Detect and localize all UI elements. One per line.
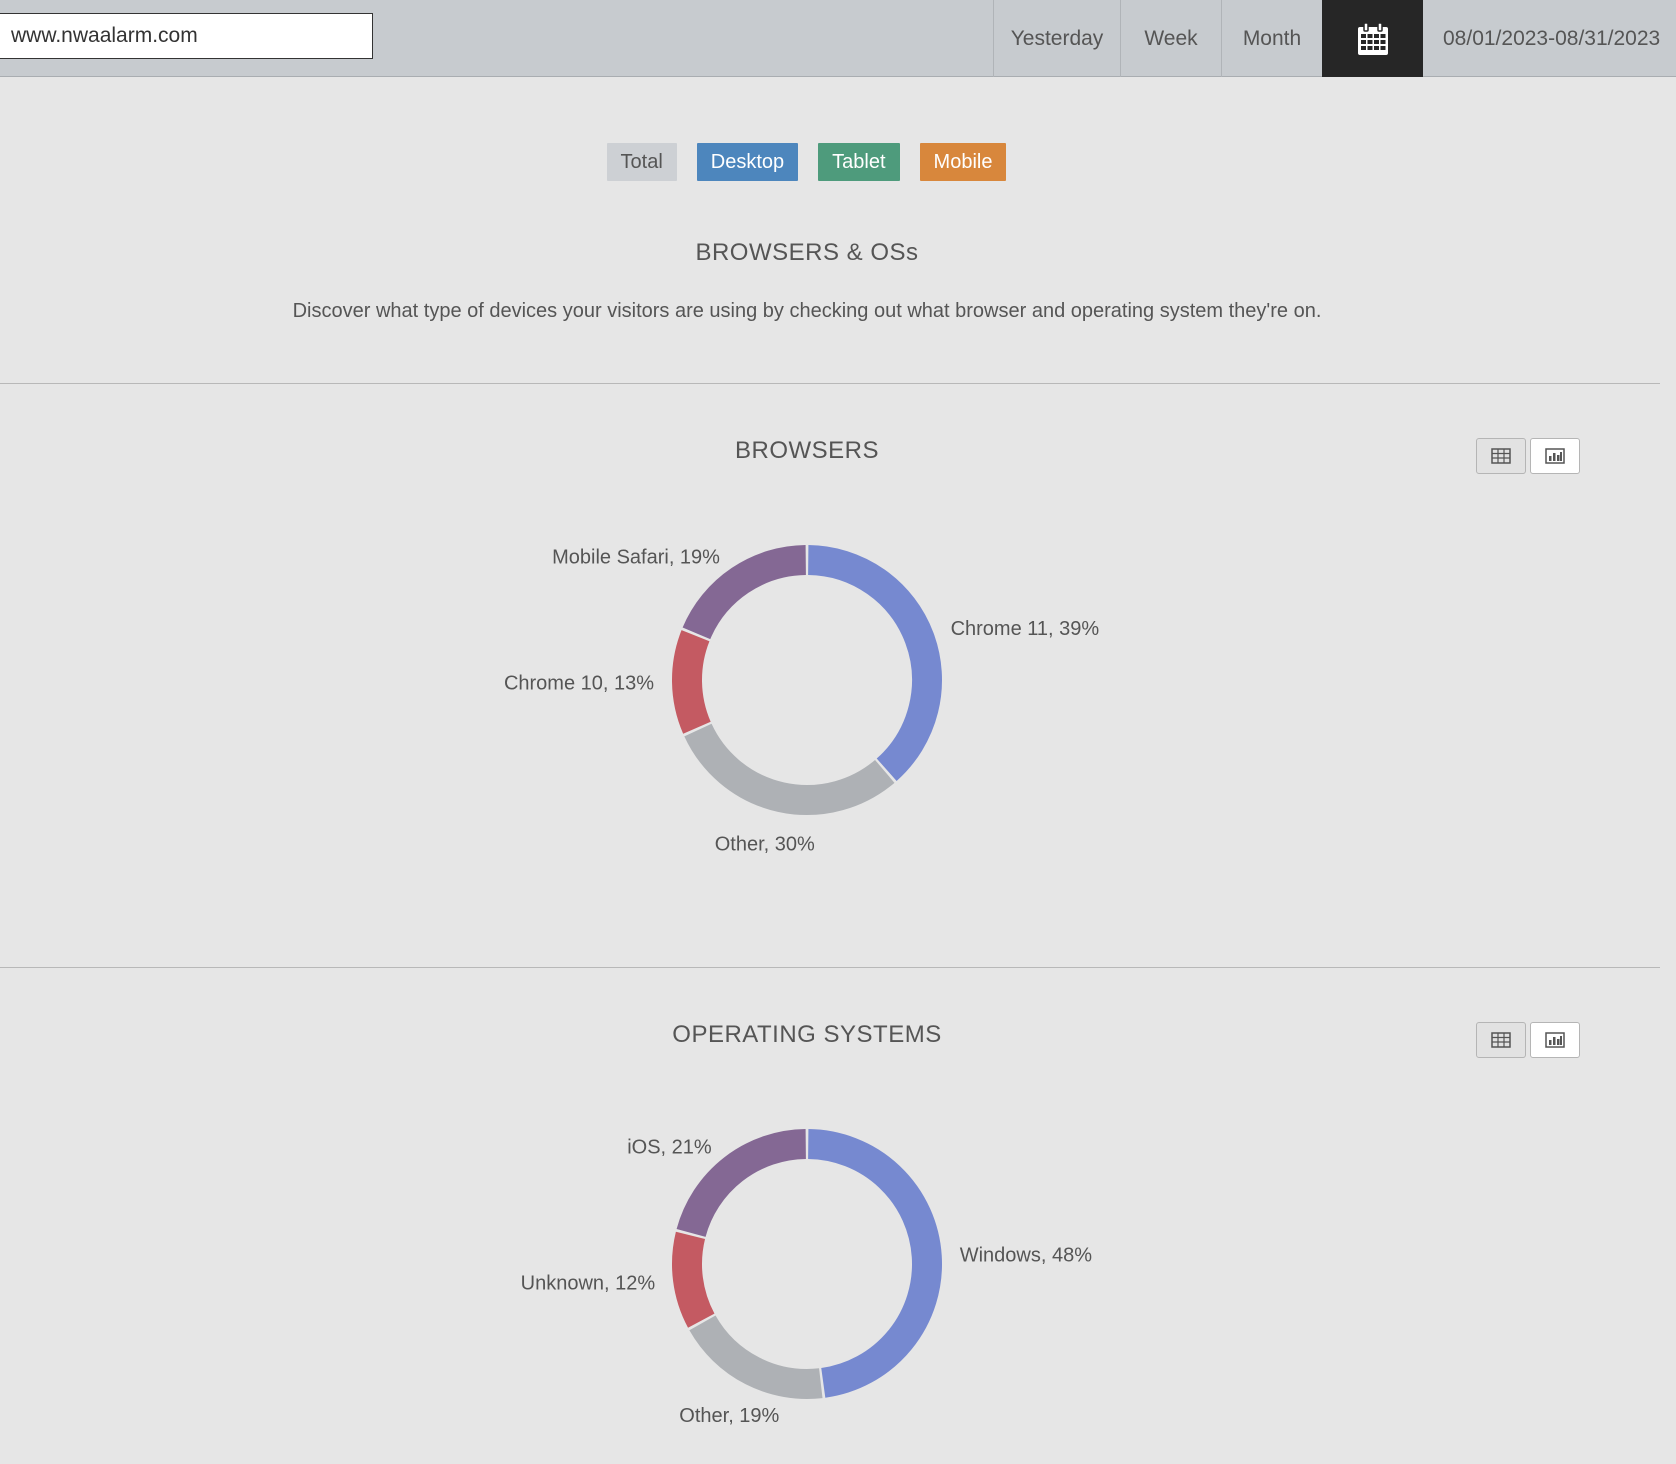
os-slice-windows[interactable]: [807, 1129, 942, 1398]
table-icon: [1491, 1032, 1511, 1048]
device-filters: Total Desktop Tablet Mobile: [0, 143, 1676, 181]
filter-total-button[interactable]: Total: [606, 143, 677, 181]
os-slice-label: Other, 19%: [679, 1405, 779, 1427]
page-title: BROWSERS & OSs: [695, 239, 919, 266]
browsers-slice-chrome-11[interactable]: [807, 545, 942, 781]
os-view-toggle: [1476, 1022, 1580, 1058]
browsers-title: BROWSERS: [734, 437, 879, 464]
top-bar: Yesterday Week Month 08/01/2023-08/31/20…: [0, 0, 1676, 77]
browsers-slice-label: Chrome 11, 39%: [951, 618, 1100, 640]
bar-chart-icon: [1545, 448, 1565, 464]
browsers-chart-view-button[interactable]: [1530, 438, 1580, 474]
browsers-table-view-button[interactable]: [1476, 438, 1526, 474]
browsers-slice-label: Mobile Safari, 19%: [552, 546, 720, 568]
os-title: OPERATING SYSTEMS: [672, 1021, 942, 1048]
os-slice-unknown[interactable]: [672, 1231, 715, 1328]
os-donut-chart: Windows, 48% Other, 19% Unknown, 12% iOS, 2…: [521, 1129, 1092, 1427]
month-button[interactable]: Month: [1221, 0, 1322, 77]
bar-chart-icon: [1545, 1032, 1565, 1048]
week-button[interactable]: Week: [1120, 0, 1221, 77]
os-chart-view-button[interactable]: [1530, 1022, 1580, 1058]
browsers-slice-other[interactable]: [684, 723, 895, 815]
divider: [0, 383, 1660, 384]
os-slice-label: iOS, 21%: [627, 1136, 712, 1158]
filter-tablet-button[interactable]: Tablet: [818, 143, 900, 181]
os-table-view-button[interactable]: [1476, 1022, 1526, 1058]
browsers-view-toggle: [1476, 438, 1580, 474]
calendar-button[interactable]: [1322, 0, 1423, 77]
filter-mobile-button[interactable]: Mobile: [919, 143, 1007, 181]
browsers-slice-label: Chrome 10, 13%: [504, 672, 654, 694]
table-icon: [1491, 448, 1511, 464]
browsers-slice-label: Other, 30%: [715, 833, 815, 855]
browsers-slice-chrome-10[interactable]: [672, 630, 711, 734]
browsers-donut-chart: Chrome 11, 39% Other, 30% Chrome 10, 13% Mo…: [504, 545, 1100, 855]
divider: [0, 967, 1660, 968]
os-slice-label: Unknown, 12%: [521, 1273, 656, 1295]
browsers-slice-mobile-safari[interactable]: [682, 545, 807, 640]
date-range-display[interactable]: 08/01/2023-08/31/2023: [1423, 0, 1676, 77]
calendar-icon: [1357, 21, 1388, 55]
os-slice-other[interactable]: [689, 1315, 823, 1399]
site-input[interactable]: [0, 13, 373, 59]
os-slice-label: Windows, 48%: [960, 1245, 1092, 1267]
page-description: Discover what type of devices your visit…: [292, 300, 1322, 322]
yesterday-button[interactable]: Yesterday: [993, 0, 1120, 77]
date-range-group: Yesterday Week Month 08/01/2023-08/31/20…: [993, 0, 1676, 77]
filter-desktop-button[interactable]: Desktop: [696, 143, 799, 181]
